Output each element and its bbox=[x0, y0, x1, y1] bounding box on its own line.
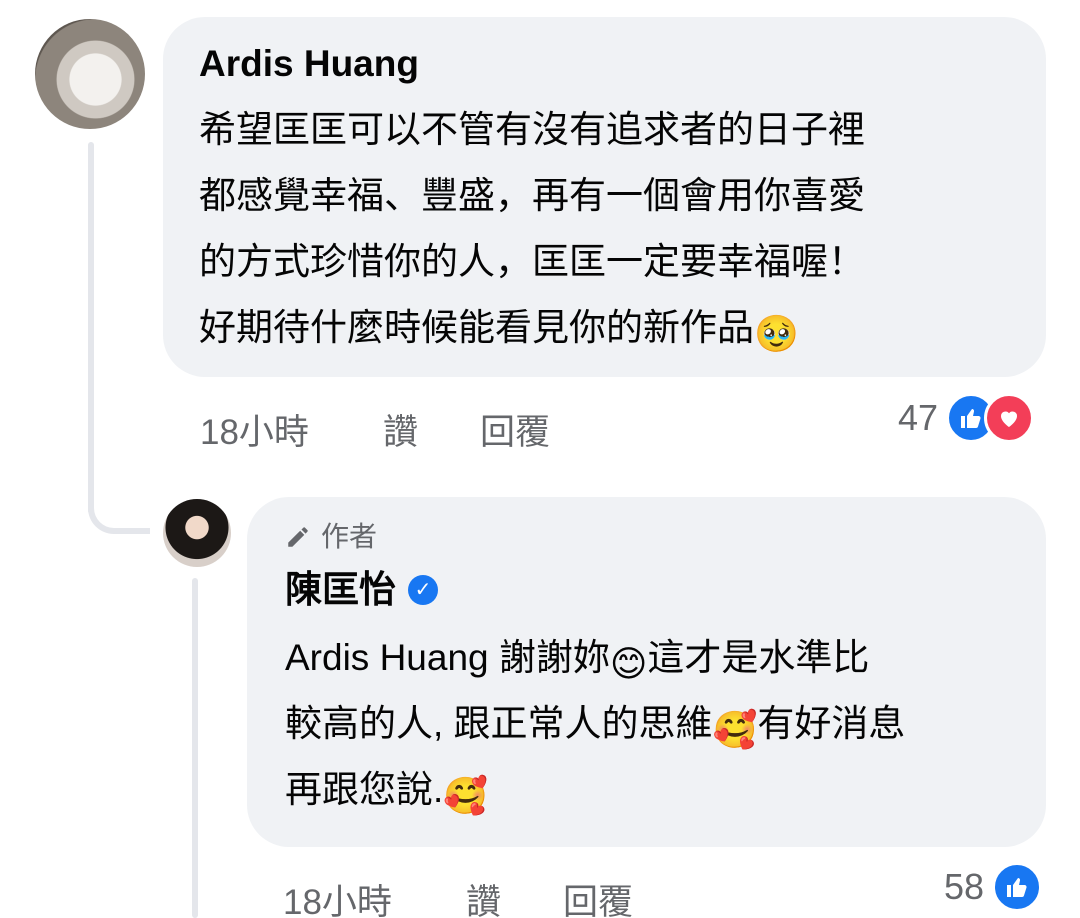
reaction-count: 47 bbox=[898, 397, 939, 438]
reply-bubble: 作者 陳匡怡 ✓ Ardis Huang 謝謝妳😊這才是水準比 較高的人, 跟正… bbox=[247, 497, 1046, 847]
like-icon bbox=[992, 862, 1043, 912]
comment-text-segment: 再跟您說. bbox=[285, 769, 444, 810]
comment-author[interactable]: 陳匡怡 bbox=[285, 567, 396, 613]
comment-text-line: 的方式珍惜你的人，匡匡一定要幸福喔！ bbox=[199, 241, 865, 282]
comment-text-segment: 有好消息 bbox=[757, 703, 906, 744]
thread-connector-curve bbox=[88, 470, 150, 534]
reply-button[interactable]: 回覆 bbox=[563, 874, 633, 918]
love-icon bbox=[984, 393, 1035, 443]
comments-thread: Ardis Huang 希望匡匡可以不管有沒有追求者的日子裡 都感覺幸福、豐盛，… bbox=[0, 0, 1080, 918]
smiling-hearts-emoji: 🥰 bbox=[712, 710, 758, 751]
smiling-face-emoji: 😊 bbox=[609, 644, 648, 685]
avatar[interactable] bbox=[35, 19, 145, 129]
pleading-face-emoji: 🥹 bbox=[754, 314, 799, 355]
comment-text-segment: 這才是水準比 bbox=[647, 637, 870, 678]
author-badge-label: 作者 bbox=[321, 521, 378, 552]
reply-actions: 18小時 讚 回覆 bbox=[283, 874, 633, 918]
comment-text: 希望匡匡可以不管有沒有追求者的日子裡 都感覺幸福、豐盛，再有一個會用你喜愛 的方… bbox=[199, 97, 989, 361]
comment-timestamp[interactable]: 18小時 bbox=[283, 874, 466, 918]
like-button[interactable]: 讚 bbox=[383, 404, 480, 455]
reply-button[interactable]: 回覆 bbox=[480, 404, 550, 455]
reaction-summary[interactable]: 47 bbox=[898, 393, 1035, 443]
comment-author[interactable]: Ardis Huang bbox=[199, 41, 1010, 87]
comment-text-line: 希望匡匡可以不管有沒有追求者的日子裡 bbox=[199, 109, 865, 150]
comment-timestamp[interactable]: 18小時 bbox=[200, 404, 383, 455]
comment-actions: 18小時 讚 回覆 bbox=[200, 404, 550, 455]
comment-text-segment: 較高的人, 跟正常人的思維 bbox=[285, 703, 713, 744]
comment-text: Ardis Huang 謝謝妳😊這才是水準比 較高的人, 跟正常人的思維🥰有好消… bbox=[285, 625, 1020, 823]
comment-text-line: 都感覺幸福、豐盛，再有一個會用你喜愛 bbox=[199, 175, 865, 216]
like-button[interactable]: 讚 bbox=[466, 874, 563, 918]
comment-text-line: 好期待什麼時候能看見你的新作品 bbox=[199, 307, 754, 348]
reaction-summary[interactable]: 58 bbox=[944, 862, 1043, 912]
comment-bubble: Ardis Huang 希望匡匡可以不管有沒有追求者的日子裡 都感覺幸福、豐盛，… bbox=[163, 17, 1046, 377]
verified-badge-icon: ✓ bbox=[408, 575, 438, 605]
author-badge: 作者 bbox=[285, 519, 1008, 555]
pencil-icon bbox=[288, 527, 308, 547]
smiling-hearts-emoji: 🥰 bbox=[443, 776, 489, 817]
thread-connector-line bbox=[88, 142, 94, 514]
comment-text-segment: Ardis Huang 謝謝妳 bbox=[285, 637, 610, 678]
reaction-count: 58 bbox=[944, 866, 985, 907]
reply-thread-line bbox=[192, 578, 198, 918]
avatar[interactable] bbox=[163, 499, 231, 567]
